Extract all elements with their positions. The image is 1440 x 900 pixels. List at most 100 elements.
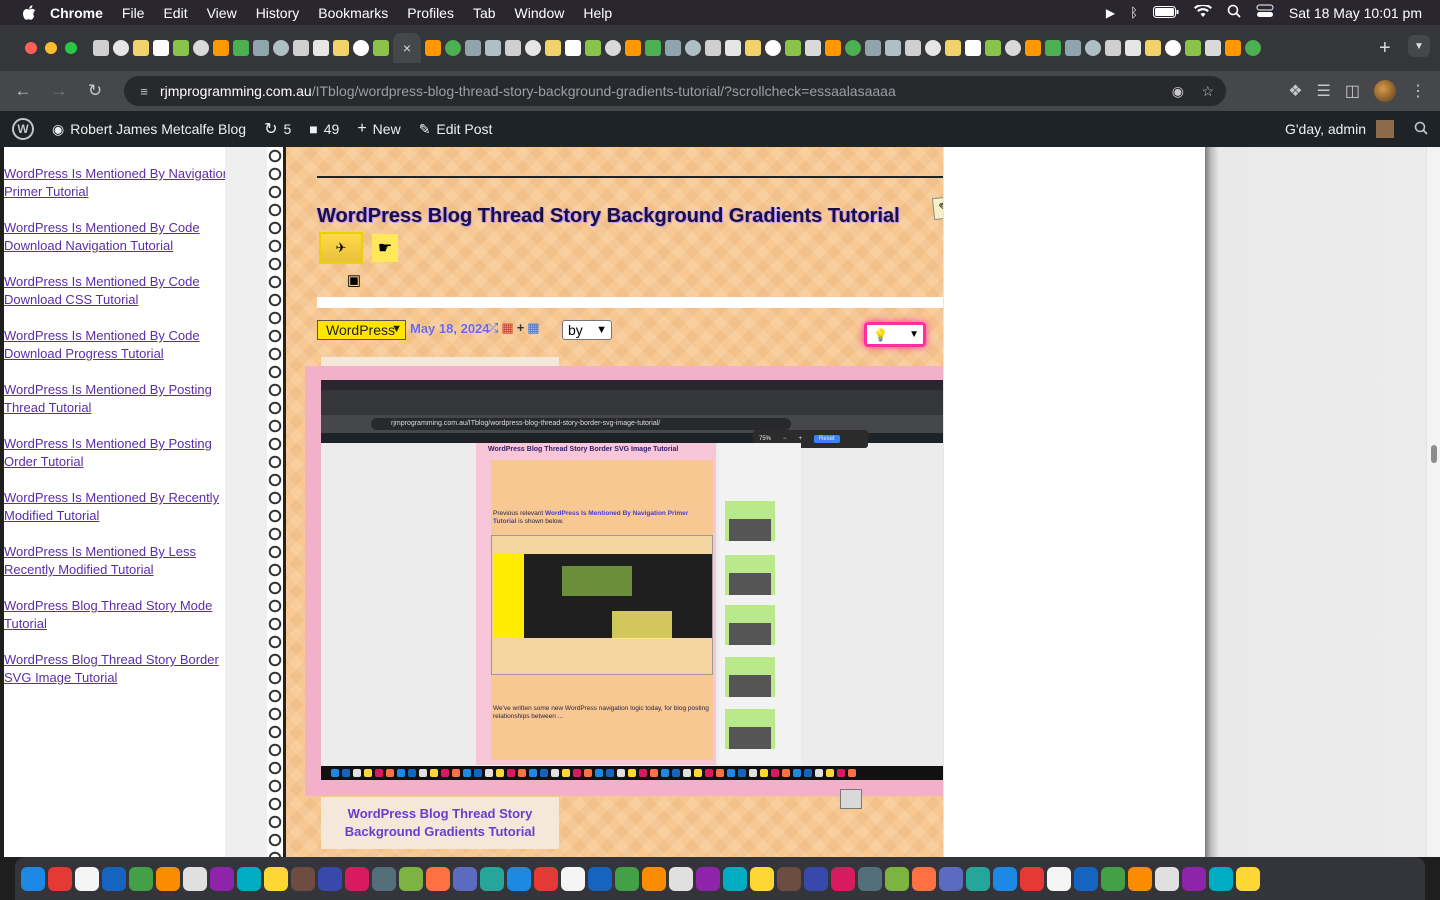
shuffle-icon[interactable]: ⤮	[488, 320, 498, 336]
lightbulb-select[interactable]: 💡 ▼	[864, 322, 926, 347]
tab-favicon-icon[interactable]	[885, 40, 901, 56]
related-post-link[interactable]: WordPress Is Mentioned By Recently Modif…	[4, 489, 230, 525]
dock-app-icon[interactable]	[102, 866, 126, 891]
battery-icon[interactable]	[1152, 5, 1179, 21]
scrollbar-thumb[interactable]	[1431, 445, 1437, 463]
calendar-icon[interactable]: ▦	[501, 320, 513, 336]
dock-app-icon[interactable]	[129, 866, 153, 891]
related-post-link[interactable]: WordPress Is Mentioned By Navigation Pri…	[4, 165, 230, 201]
tab-favicon-icon[interactable]	[193, 40, 209, 56]
active-tab[interactable]: ×	[393, 33, 421, 63]
media-controls-icon[interactable]: ☰	[1317, 81, 1331, 101]
dock-app-icon[interactable]	[1236, 866, 1260, 891]
tab-favicon-icon[interactable]	[93, 40, 109, 56]
tab-favicon-icon[interactable]	[173, 40, 189, 56]
tab-favicon-icon[interactable]	[233, 40, 249, 56]
tab-favicon-icon[interactable]	[705, 40, 721, 56]
dock-app-icon[interactable]	[858, 866, 882, 891]
dock-app-icon[interactable]	[588, 866, 612, 891]
tab-favicon-icon[interactable]	[1025, 40, 1041, 56]
tab-favicon-icon[interactable]	[313, 40, 329, 56]
tab-favicon-icon[interactable]	[133, 40, 149, 56]
tab-favicon-icon[interactable]	[333, 40, 349, 56]
side-panel-icon[interactable]: ◫	[1345, 81, 1360, 101]
dock-app-icon[interactable]	[831, 866, 855, 891]
dock-app-icon[interactable]	[156, 866, 180, 891]
tab-favicon-icon[interactable]	[293, 40, 309, 56]
tab-favicon-icon[interactable]	[805, 40, 821, 56]
admin-avatar[interactable]	[1376, 120, 1394, 138]
close-window-button[interactable]	[25, 42, 37, 54]
related-post-link[interactable]: WordPress Is Mentioned By Posting Thread…	[4, 381, 230, 417]
updates-link[interactable]: ↻ 5	[264, 119, 291, 139]
tab-favicon-icon[interactable]	[1125, 40, 1141, 56]
wordpress-logo-icon[interactable]: W	[12, 118, 34, 140]
tab-favicon-icon[interactable]	[1005, 40, 1021, 56]
dock-app-icon[interactable]	[939, 866, 963, 891]
tab-favicon-icon[interactable]	[465, 40, 481, 56]
site-settings-icon[interactable]: ≡	[136, 83, 152, 99]
plus-icon[interactable]: +	[517, 320, 525, 336]
related-post-link[interactable]: WordPress Is Mentioned By Code Download …	[4, 219, 230, 255]
dock-app-icon[interactable]	[1101, 866, 1125, 891]
tab-favicon-icon[interactable]	[745, 40, 761, 56]
dock-app-icon[interactable]	[750, 866, 774, 891]
dock-app-icon[interactable]	[183, 866, 207, 891]
tab-search-chevron-icon[interactable]: ▼	[1408, 35, 1430, 57]
dock-app-icon[interactable]	[264, 866, 288, 891]
zoom-window-button[interactable]	[65, 42, 77, 54]
menu-window[interactable]: Window	[515, 5, 565, 21]
eye-icon[interactable]: ◉	[1172, 83, 1184, 100]
tab-favicon-icon[interactable]	[905, 40, 921, 56]
tab-favicon-icon[interactable]	[273, 40, 289, 56]
tab-favicon-icon[interactable]	[565, 40, 581, 56]
dock-app-icon[interactable]	[1128, 866, 1152, 891]
running-figures-icon[interactable]: ✈	[319, 232, 363, 264]
tab-favicon-icon[interactable]	[253, 40, 269, 56]
forward-icon[interactable]: →	[46, 78, 72, 104]
tab-favicon-icon[interactable]	[585, 40, 601, 56]
tab-favicon-icon[interactable]	[865, 40, 881, 56]
page-scrollbar[interactable]	[1426, 147, 1440, 857]
tab-favicon-icon[interactable]	[1225, 40, 1241, 56]
tab-favicon-icon[interactable]	[605, 40, 621, 56]
dock-app-icon[interactable]	[1209, 866, 1233, 891]
related-post-link[interactable]: WordPress Is Mentioned By Less Recently …	[4, 543, 230, 579]
wifi-icon[interactable]	[1193, 3, 1212, 21]
dock-app-icon[interactable]	[291, 866, 315, 891]
dock-app-icon[interactable]	[723, 866, 747, 891]
admin-search-icon[interactable]	[1414, 121, 1428, 138]
edit-post-link[interactable]: ✎ Edit Post	[419, 121, 493, 138]
chrome-menu-icon[interactable]: ⋮	[1410, 81, 1426, 101]
site-name-link[interactable]: ◉ Robert James Metcalfe Blog	[52, 121, 246, 138]
tab-favicon-icon[interactable]	[1245, 40, 1261, 56]
tab-favicon-icon[interactable]	[925, 40, 941, 56]
tab-favicon-icon[interactable]	[1165, 40, 1181, 56]
tab-favicon-icon[interactable]	[1205, 40, 1221, 56]
spotlight-search-icon[interactable]	[1227, 4, 1241, 21]
dock-app-icon[interactable]	[507, 866, 531, 891]
dock-app-icon[interactable]	[399, 866, 423, 891]
tab-favicon-icon[interactable]	[765, 40, 781, 56]
menu-bookmarks[interactable]: Bookmarks	[318, 5, 388, 21]
dock-app-icon[interactable]	[318, 866, 342, 891]
dock-app-icon[interactable]	[1020, 866, 1044, 891]
menu-app-name[interactable]: Chrome	[50, 5, 103, 21]
menu-help[interactable]: Help	[583, 5, 612, 21]
menu-profiles[interactable]: Profiles	[407, 5, 454, 21]
tab-favicon-icon[interactable]	[665, 40, 681, 56]
tab-favicon-icon[interactable]	[1145, 40, 1161, 56]
dock-app-icon[interactable]	[372, 866, 396, 891]
menu-view[interactable]: View	[207, 5, 237, 21]
tab-favicon-icon[interactable]	[1065, 40, 1081, 56]
tab-favicon-icon[interactable]	[505, 40, 521, 56]
dock-app-icon[interactable]	[1047, 866, 1071, 891]
control-center-icon[interactable]	[1256, 4, 1274, 21]
apple-menu-icon[interactable]	[20, 4, 38, 22]
dock-app-icon[interactable]	[993, 866, 1017, 891]
new-tab-icon[interactable]: +	[1379, 37, 1391, 60]
tab-favicon-icon[interactable]	[373, 40, 389, 56]
dock-app-icon[interactable]	[912, 866, 936, 891]
tab-favicon-icon[interactable]	[525, 40, 541, 56]
dock-app-icon[interactable]	[1182, 866, 1206, 891]
